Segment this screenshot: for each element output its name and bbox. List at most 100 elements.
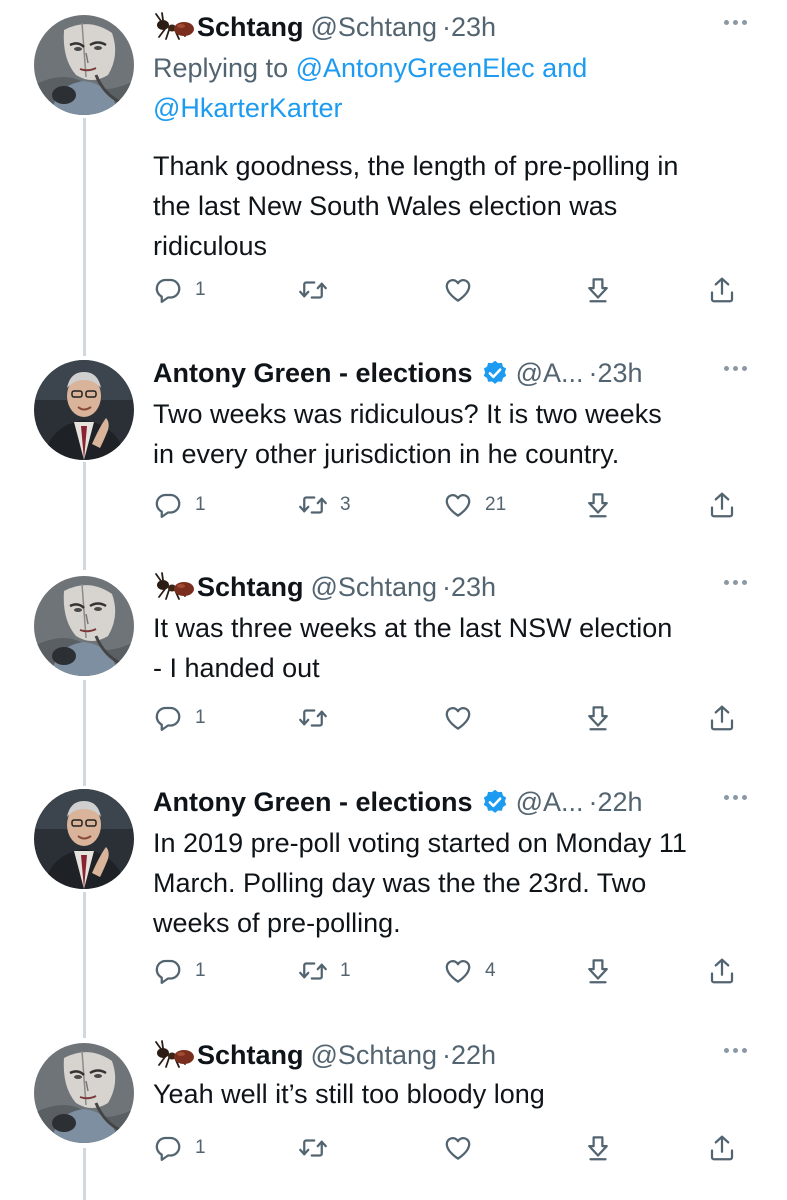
author-name[interactable]: Antony Green - elections — [153, 358, 473, 389]
share-button[interactable] — [707, 700, 737, 736]
download-icon — [583, 275, 613, 305]
reply-button[interactable]: 1 — [153, 1130, 206, 1166]
reply-button[interactable]: 1 — [153, 272, 206, 308]
share-button[interactable] — [707, 487, 737, 523]
like-count: 21 — [485, 494, 507, 515]
avatar-antony-green[interactable] — [34, 789, 134, 889]
like-icon — [443, 1133, 473, 1163]
ant-emoji-icon — [153, 11, 197, 43]
tweet-text-line: the last New South Wales election was — [153, 191, 618, 221]
like-button[interactable] — [443, 1130, 485, 1166]
download-icon — [583, 703, 613, 733]
retweet-button[interactable]: 3 — [298, 487, 351, 523]
download-button[interactable] — [583, 272, 613, 308]
like-button[interactable] — [443, 272, 485, 308]
author-name[interactable]: Schtang — [197, 12, 304, 43]
tweet-header: Schtang @Schtang · 22h — [153, 1036, 747, 1074]
reply-button[interactable]: 1 — [153, 953, 206, 989]
tweet-text: In 2019 pre-poll voting started on Monda… — [153, 823, 747, 943]
author-name[interactable]: Schtang — [197, 1040, 304, 1071]
replying-to-user-link[interactable]: @HkarterKarter — [153, 93, 342, 123]
timestamp[interactable]: 23h — [451, 572, 496, 603]
download-button[interactable] — [583, 700, 613, 736]
tweet-text-line: March. Polling day was the the 23rd. Two — [153, 868, 647, 898]
share-icon — [707, 1133, 737, 1163]
tweet-text: It was three weeks at the last NSW elect… — [153, 608, 747, 688]
share-button[interactable] — [707, 1130, 737, 1166]
reply-button[interactable]: 1 — [153, 487, 206, 523]
share-button[interactable] — [707, 272, 737, 308]
reply-icon — [153, 490, 183, 520]
retweet-count: 1 — [340, 960, 351, 981]
tweet-text-line: Yeah well it’s still too bloody long — [153, 1079, 545, 1109]
author-handle[interactable]: @A... — [516, 787, 584, 818]
replying-to-user-link[interactable]: @AntonyGreenElec — [296, 53, 535, 83]
reply-button[interactable]: 1 — [153, 700, 206, 736]
tweet-header: Antony Green - elections @A... · 23h — [153, 354, 747, 392]
download-button[interactable] — [583, 1130, 613, 1166]
retweet-icon — [298, 1133, 328, 1163]
like-icon — [443, 956, 473, 986]
like-icon — [443, 703, 473, 733]
author-handle[interactable]: @Schtang — [311, 12, 437, 43]
retweet-button[interactable] — [298, 700, 340, 736]
author-handle[interactable]: @A... — [516, 358, 584, 389]
retweet-button[interactable] — [298, 1130, 340, 1166]
thread-line — [83, 462, 86, 570]
tweet-actions: 1 3 21 — [153, 487, 753, 523]
like-button[interactable]: 4 — [443, 953, 496, 989]
retweet-icon — [298, 275, 328, 305]
more-icon[interactable] — [724, 20, 747, 25]
download-button[interactable] — [583, 953, 613, 989]
avatar-schtang[interactable] — [34, 15, 134, 115]
more-icon[interactable] — [724, 580, 747, 585]
retweet-icon — [298, 490, 328, 520]
retweet-button[interactable] — [298, 272, 340, 308]
replying-to-and: and — [542, 53, 588, 83]
timestamp[interactable]: 23h — [451, 12, 496, 43]
tweet-actions: 1 1 4 — [153, 953, 753, 989]
tweet-text-line: Two weeks was ridiculous? It is two week… — [153, 399, 662, 429]
timestamp[interactable]: 22h — [597, 787, 642, 818]
reply-icon — [153, 1133, 183, 1163]
share-icon — [707, 956, 737, 986]
like-button[interactable] — [443, 700, 485, 736]
tweet-text: Yeah well it’s still too bloody long — [153, 1074, 747, 1114]
tweet-actions: 1 — [153, 1130, 753, 1166]
avatar-antony-green[interactable] — [34, 360, 134, 460]
download-icon — [583, 956, 613, 986]
author-handle[interactable]: @Schtang — [311, 572, 437, 603]
reply-count: 1 — [195, 707, 206, 728]
retweet-button[interactable]: 1 — [298, 953, 351, 989]
more-icon[interactable] — [724, 366, 747, 371]
tweet-text: Thank goodness, the length of pre-pollin… — [153, 146, 747, 266]
author-name[interactable]: Antony Green - elections — [153, 787, 473, 818]
like-button[interactable]: 21 — [443, 487, 506, 523]
verified-badge-icon — [481, 359, 509, 387]
tweet-header: Schtang @Schtang · 23h — [153, 8, 747, 46]
tweet-header: Schtang @Schtang · 23h — [153, 568, 747, 606]
share-button[interactable] — [707, 953, 737, 989]
reply-icon — [153, 275, 183, 305]
reply-icon — [153, 956, 183, 986]
more-icon[interactable] — [724, 795, 747, 800]
avatar-schtang[interactable] — [34, 576, 134, 676]
thread-line — [83, 118, 86, 356]
thread-line — [83, 892, 86, 1038]
tweet-actions: 1 — [153, 700, 753, 736]
separator-dot: · — [588, 357, 598, 388]
like-count: 4 — [485, 960, 496, 981]
separator-dot: · — [442, 571, 451, 602]
timestamp[interactable]: 23h — [597, 358, 642, 389]
author-handle[interactable]: @Schtang — [311, 1040, 437, 1071]
reply-count: 1 — [195, 960, 206, 981]
retweet-count: 3 — [340, 494, 351, 515]
reply-count: 1 — [195, 494, 206, 515]
separator-dot: · — [442, 1039, 451, 1070]
more-icon[interactable] — [724, 1048, 747, 1053]
avatar-schtang[interactable] — [34, 1043, 134, 1143]
author-name[interactable]: Schtang — [197, 572, 304, 603]
download-button[interactable] — [583, 487, 613, 523]
timestamp[interactable]: 22h — [451, 1040, 496, 1071]
tweet-text-line: Thank goodness, the length of pre-pollin… — [153, 151, 679, 181]
